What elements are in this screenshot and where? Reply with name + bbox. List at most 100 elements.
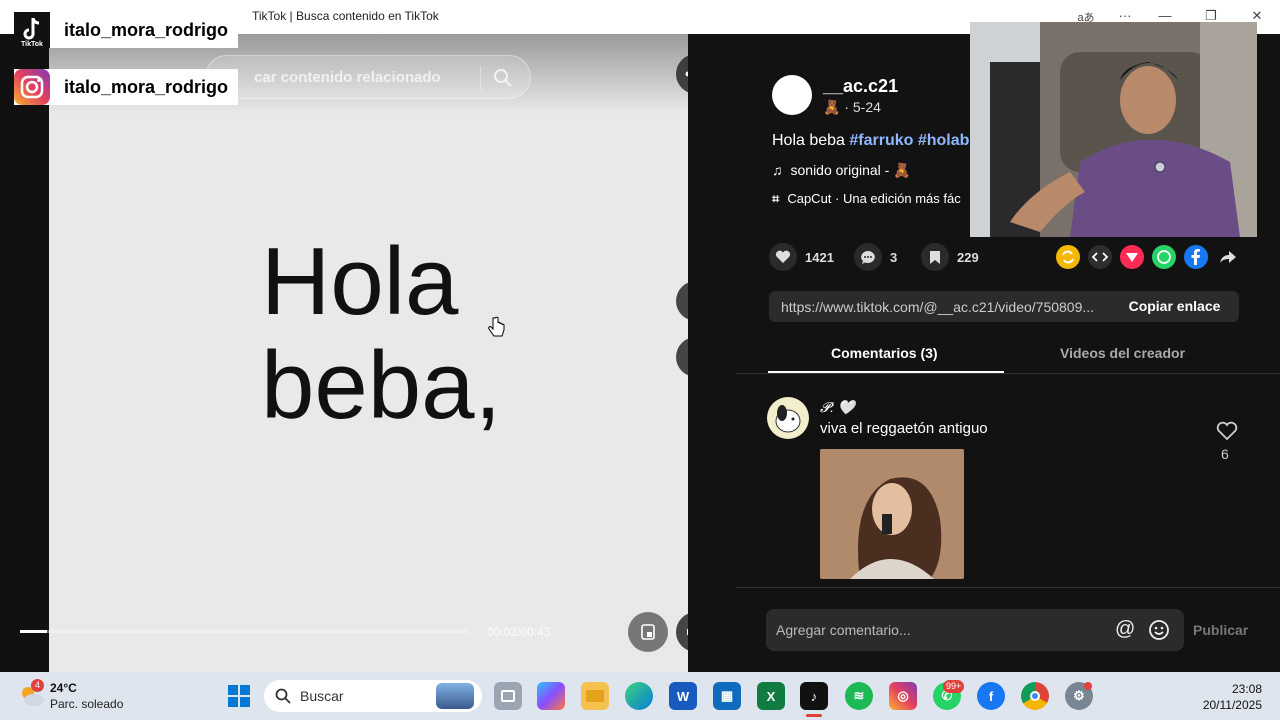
weather-temperature[interactable]: 24°C	[50, 681, 77, 695]
video-progress-fill	[20, 630, 47, 633]
settings-notification-dot	[1084, 682, 1092, 690]
clock-time: 23:08	[1231, 682, 1262, 696]
video-text-line1: Hola	[261, 228, 459, 335]
window-more-icon[interactable]: ···	[1113, 8, 1137, 23]
taskbar: 4 24°C Parc. soleado Buscar W ▦ X ♪ ≋ ◎ …	[0, 672, 1280, 720]
hashtags[interactable]: #farruko #holab	[849, 132, 969, 149]
embed-icon[interactable]	[1088, 245, 1112, 269]
send-to-friends-icon[interactable]	[1120, 245, 1144, 269]
search-highlight-image	[436, 683, 474, 709]
video-link-box: https://www.tiktok.com/@__ac.c21/video/7…	[769, 291, 1239, 322]
comment-like-count: 6	[1221, 446, 1229, 462]
chrome-icon[interactable]	[1021, 682, 1049, 710]
creator-username[interactable]: __ac.c21	[823, 76, 898, 97]
hand-cursor-icon	[488, 316, 505, 337]
save-count: 229	[957, 249, 979, 265]
window-title: TikTok | Busca contenido en TikTok	[252, 9, 439, 23]
task-view-icon[interactable]	[494, 682, 522, 710]
comment-bubble-icon	[854, 243, 882, 271]
save-stat[interactable]: 229	[921, 243, 979, 271]
commenter-avatar[interactable]	[767, 397, 809, 439]
whatsapp-share-icon[interactable]	[1152, 245, 1176, 269]
creator-avatar[interactable]	[772, 75, 812, 115]
comment-count: 3	[890, 249, 898, 265]
related-search-input[interactable]: car contenido relacionado	[205, 55, 531, 99]
facebook-app-icon[interactable]: f	[977, 682, 1005, 710]
related-search-placeholder: car contenido relacionado	[254, 69, 441, 86]
mention-icon[interactable]: @	[1115, 618, 1135, 641]
weather-badge: 4	[31, 679, 44, 692]
comment-text: viva el reggaetón antiguo	[820, 420, 988, 437]
heart-icon	[769, 243, 797, 271]
comment-like-icon[interactable]	[1216, 421, 1238, 441]
video-caption: Hola beba,	[261, 230, 501, 438]
tiktok-handle-overlay: TikTok italo_mora_rodrigo	[14, 12, 239, 48]
composer-divider	[736, 587, 1280, 588]
tiktok-logo-label: TikTok	[21, 41, 43, 48]
spotify-icon[interactable]: ≋	[845, 682, 873, 710]
clock-date: 20/11/2025	[1202, 698, 1262, 712]
screen: TikTok | Busca contenido en TikTok aあ ··…	[0, 0, 1280, 720]
bookmark-icon	[921, 243, 949, 271]
sound-label: sonido original - 🧸	[790, 162, 911, 178]
tab-divider	[736, 373, 1280, 374]
video-link-url[interactable]: https://www.tiktok.com/@__ac.c21/video/7…	[781, 299, 1094, 315]
description-text: Hola beba	[772, 132, 850, 149]
tiktok-app-icon[interactable]: ♪	[800, 682, 828, 710]
active-app-indicator	[806, 714, 822, 717]
microsoft-store-icon[interactable]: ▦	[713, 682, 741, 710]
instagram-logo-icon	[14, 69, 50, 105]
tab-comments[interactable]: Comentarios (3)	[831, 345, 938, 361]
video-progress-bar[interactable]	[20, 630, 468, 633]
video-timecode: 00:02/00:43	[487, 625, 551, 639]
facebook-share-icon[interactable]	[1184, 245, 1208, 269]
repost-icon[interactable]	[1056, 245, 1080, 269]
capcut-link[interactable]: ⌗ CapCut · Una edición más fác	[772, 191, 961, 207]
share-arrow-icon[interactable]	[1216, 245, 1240, 269]
tiktok-logo-icon: TikTok	[14, 12, 50, 48]
excel-icon[interactable]: X	[757, 682, 785, 710]
minimize-icon[interactable]: —	[1153, 8, 1177, 23]
like-stat[interactable]: 1421	[769, 243, 834, 271]
video-left-border	[0, 34, 50, 672]
capcut-label: CapCut · Una edición más fác	[787, 191, 961, 206]
whatsapp-badge: 99+	[943, 680, 965, 693]
instagram-handle-overlay: italo_mora_rodrigo	[14, 69, 239, 105]
video-text-line2: beba,	[261, 332, 502, 439]
comment-stat[interactable]: 3	[854, 243, 898, 271]
comment-placeholder: Agregar comentario...	[776, 622, 911, 638]
post-description: Hola beba #farruko #holab	[772, 132, 969, 150]
file-explorer-icon[interactable]	[581, 682, 609, 710]
edge-browser-icon[interactable]	[625, 682, 653, 710]
taskbar-search-input[interactable]: Buscar	[264, 680, 482, 712]
commenter-name[interactable]: 𝓟. 🤍	[820, 399, 855, 416]
comment-image[interactable]	[820, 449, 964, 579]
search-separator	[480, 66, 481, 90]
weather-description[interactable]: Parc. soleado	[50, 697, 123, 711]
webcam-image	[970, 22, 1257, 237]
copy-link-button[interactable]: Copiar enlace	[1110, 291, 1239, 322]
video-player[interactable]: Hola beba,	[49, 34, 688, 672]
word-icon[interactable]: W	[669, 682, 697, 710]
like-count: 1421	[805, 249, 834, 265]
start-windows-icon[interactable]	[225, 682, 253, 710]
post-date: 🧸 · 5-24	[823, 99, 881, 115]
system-clock[interactable]: 23:08 20/11/2025	[1203, 681, 1262, 713]
taskbar-search-label: Buscar	[300, 688, 344, 704]
tiktok-handle: italo_mora_rodrigo	[64, 19, 229, 40]
emoji-icon[interactable]	[1148, 619, 1170, 641]
comment-input[interactable]: Agregar comentario... @	[766, 609, 1184, 651]
music-note-icon: ♫	[772, 162, 783, 178]
publish-button[interactable]: Publicar	[1193, 622, 1248, 638]
copilot-icon[interactable]	[537, 682, 565, 710]
sound-link[interactable]: ♫ sonido original - 🧸	[772, 162, 911, 179]
floating-player-button[interactable]	[628, 612, 668, 652]
tab-active-indicator	[768, 371, 1004, 373]
taskbar-search-icon	[275, 688, 291, 704]
instagram-app-icon[interactable]: ◎	[889, 682, 917, 710]
instagram-handle: italo_mora_rodrigo	[64, 76, 229, 97]
webcam-overlay	[970, 22, 1257, 237]
picture-in-picture-icon	[641, 624, 655, 640]
tab-creator-videos[interactable]: Videos del creador	[1060, 345, 1185, 361]
search-icon[interactable]	[493, 68, 513, 88]
